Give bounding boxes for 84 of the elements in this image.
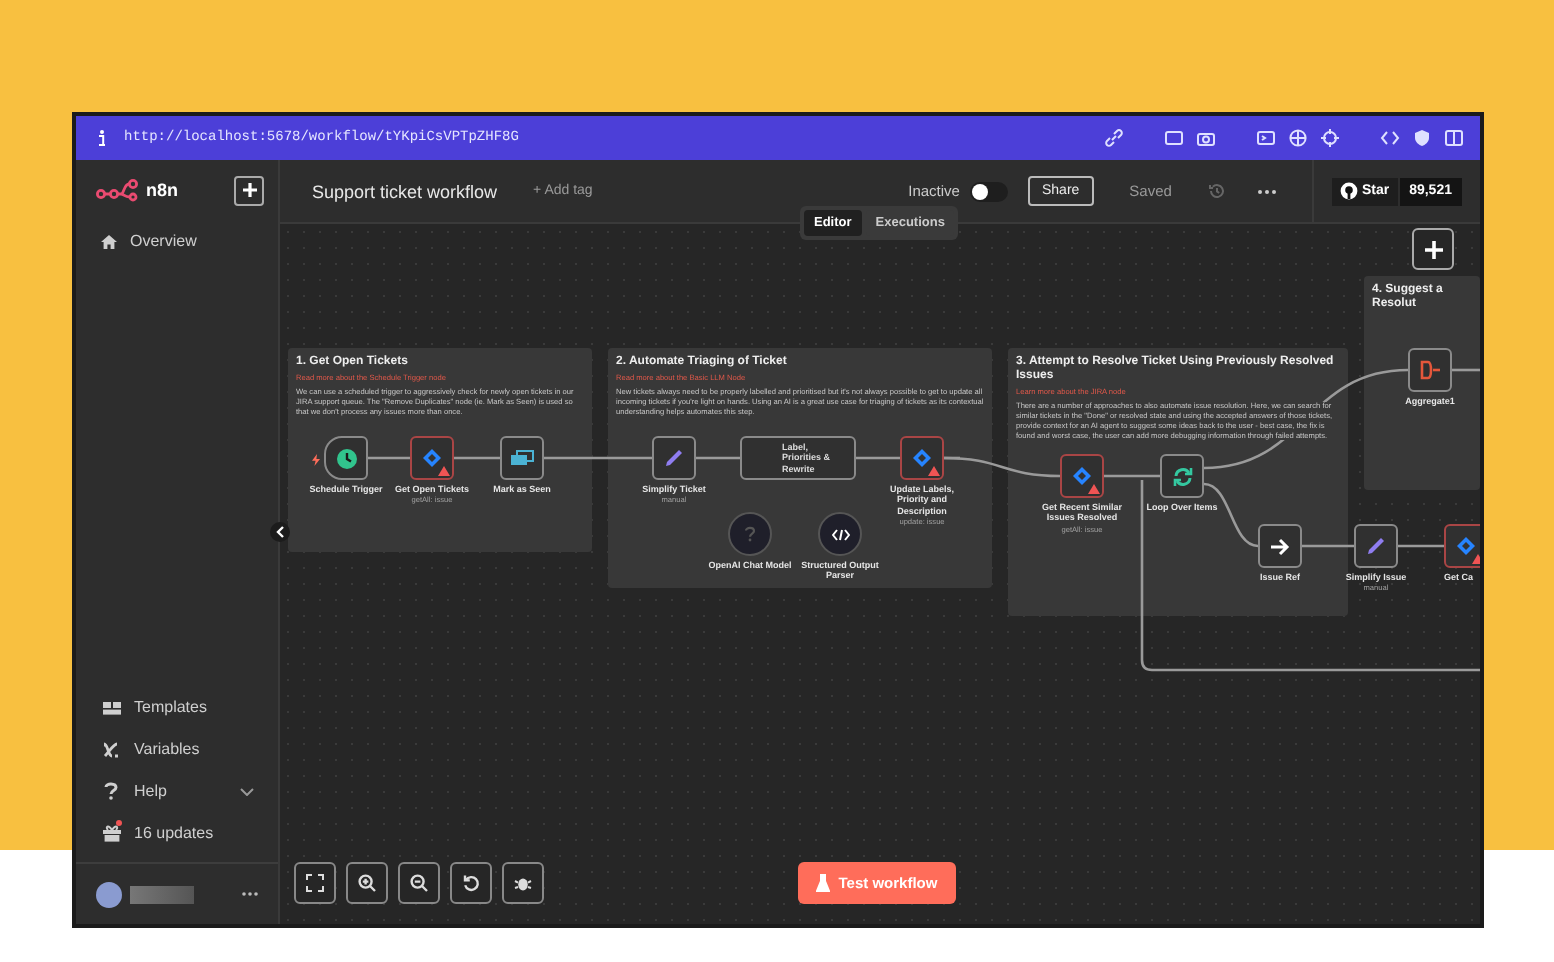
cards-icon: [510, 450, 534, 466]
arrow-right-icon: [1270, 537, 1290, 555]
github-icon: [1339, 182, 1358, 200]
variable-icon: [102, 741, 120, 757]
workflow-node[interactable]: [1444, 524, 1480, 568]
home-icon: [100, 233, 118, 249]
workflow-node[interactable]: [500, 436, 544, 480]
workflow-node[interactable]: [1354, 524, 1398, 568]
question-icon: [104, 782, 118, 800]
zoom-out-button[interactable]: [398, 862, 440, 904]
link-icon[interactable]: [1104, 128, 1124, 148]
zoom-in-icon: [358, 874, 376, 892]
flask-icon: [816, 874, 831, 892]
diamond-icon: [422, 448, 442, 468]
sidebar-item-label: Variables: [134, 740, 200, 758]
add-node-button[interactable]: [1412, 228, 1454, 270]
templates-icon: [101, 699, 121, 715]
warning-icon: [1088, 484, 1100, 494]
connection-line: [696, 456, 740, 460]
chevron-left-icon: [276, 526, 284, 538]
expand-icon: [306, 874, 324, 892]
globe-icon[interactable]: [1288, 128, 1308, 148]
blurred-name-block: [130, 885, 194, 903]
camera-icon[interactable]: [1196, 128, 1216, 148]
refresh-icon: [1171, 465, 1193, 487]
code-icon[interactable]: [1380, 128, 1400, 148]
sidebar-item[interactable]: Templates: [76, 686, 278, 728]
brand-name: n8n: [146, 180, 179, 200]
history-icon[interactable]: [1207, 182, 1226, 200]
shield-icon[interactable]: [1412, 128, 1432, 148]
sidebar-item-label: Overview: [130, 232, 197, 250]
crosshair-icon[interactable]: [1320, 128, 1340, 148]
sidebar-icon[interactable]: [1444, 128, 1464, 148]
diamond-icon: [1456, 536, 1476, 556]
workflow-node[interactable]: [900, 436, 944, 480]
connection-line: [544, 456, 652, 460]
active-toggle[interactable]: [969, 181, 1008, 201]
connection-line: [368, 456, 410, 460]
sidebar-item[interactable]: Help: [76, 770, 278, 812]
sidebar-item[interactable]: Overview: [76, 220, 278, 262]
undo-icon: [462, 874, 480, 892]
plus-icon: [1423, 239, 1443, 259]
gift-icon: [101, 824, 121, 842]
reset-button[interactable]: [450, 862, 492, 904]
diamond-icon: [912, 448, 932, 468]
plus-icon: [241, 182, 257, 198]
workflow-node[interactable]: [1258, 524, 1302, 568]
zoom-in-button[interactable]: [346, 862, 388, 904]
workflow-title[interactable]: Support ticket workflow: [312, 181, 498, 201]
warning-icon: [928, 466, 940, 476]
fit-view-button[interactable]: [294, 862, 336, 904]
clock-icon: [335, 447, 357, 469]
terminal-icon[interactable]: [1256, 128, 1276, 148]
user-avatar[interactable]: [96, 881, 122, 907]
pencil-icon: [664, 448, 684, 468]
connection-line: [454, 456, 500, 460]
sidebar-item[interactable]: 16 updates: [76, 812, 278, 854]
code-icon: [831, 527, 849, 541]
bug-icon: [514, 874, 532, 892]
workflow-node[interactable]: [410, 436, 454, 480]
workflow-node[interactable]: [1408, 348, 1452, 392]
workflow-node[interactable]: [1160, 454, 1204, 498]
screen-icon[interactable]: [1164, 128, 1184, 148]
bug-button[interactable]: [502, 862, 544, 904]
pencil-icon: [1366, 536, 1386, 556]
sidebar-item-label: Help: [134, 782, 167, 800]
lightning-icon: [312, 454, 320, 466]
sticky-note[interactable]: [288, 348, 592, 552]
warning-icon: [438, 466, 450, 476]
connection-line: [1452, 368, 1480, 372]
sidebar-item[interactable]: Variables: [76, 728, 278, 770]
diamond-icon: [1072, 466, 1092, 486]
sidebar-item-label: Templates: [134, 698, 207, 716]
collapse-sidebar-button[interactable]: [270, 522, 290, 542]
zoom-out-icon: [410, 874, 428, 892]
connection-line: [856, 456, 900, 460]
logo-icon[interactable]: [96, 178, 140, 202]
workflow-node[interactable]: [652, 436, 696, 480]
sidebar-item-label: 16 updates: [134, 824, 214, 842]
workflow-node[interactable]: [1060, 454, 1104, 498]
aggregate-icon: [1419, 360, 1441, 380]
add-button[interactable]: [234, 175, 264, 205]
question-icon: [744, 526, 756, 542]
sticky-note[interactable]: [1008, 348, 1348, 616]
